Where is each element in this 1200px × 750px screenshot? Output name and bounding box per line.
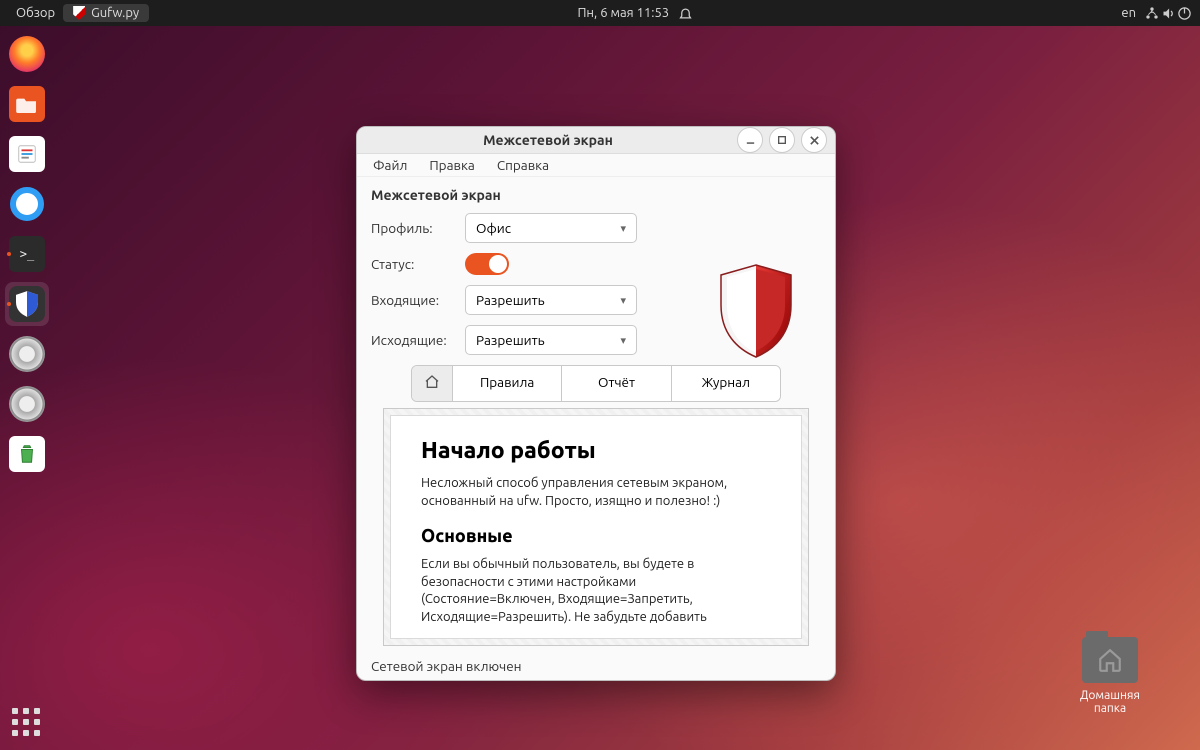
doc-paragraph: Если вы обычный пользователь, вы будете … — [421, 556, 771, 626]
profile-select[interactable]: Офис ▾ — [465, 213, 637, 243]
dock-chromium[interactable] — [5, 182, 49, 226]
dock-disc-2[interactable] — [5, 382, 49, 426]
dock-files[interactable] — [5, 82, 49, 126]
tab-log[interactable]: Журнал — [671, 366, 780, 401]
chevron-down-icon: ▾ — [620, 334, 626, 347]
chevron-down-icon: ▾ — [620, 294, 626, 307]
power-icon[interactable] — [1176, 5, 1192, 21]
top-panel: Обзор Gufw.py Пн, 6 мая 11:53 en — [0, 0, 1200, 26]
home-icon — [1082, 637, 1138, 683]
window-title: Межсетевой экран — [365, 132, 731, 148]
statusbar: Сетевой экран включен — [357, 650, 835, 681]
section-heading: Межсетевой экран — [371, 187, 821, 203]
menu-file[interactable]: Файл — [363, 154, 417, 176]
volume-icon[interactable] — [1160, 5, 1176, 21]
doc-subheading: Основные — [421, 526, 771, 546]
menu-help[interactable]: Справка — [487, 154, 559, 176]
profile-value: Офис — [476, 220, 511, 236]
dock-firefox[interactable] — [5, 32, 49, 76]
home-icon — [424, 376, 440, 393]
tab-report[interactable]: Отчёт — [561, 366, 670, 401]
chevron-down-icon: ▾ — [620, 222, 626, 235]
dock-terminal[interactable]: >_ — [5, 232, 49, 276]
desktop-home-folder[interactable]: Домашняя папка — [1065, 637, 1155, 715]
desktop-icon-label: Домашняя папка — [1065, 689, 1155, 715]
gufw-window: Межсетевой экран Файл Правка Справка Меж… — [356, 126, 836, 681]
dock: >_ — [0, 26, 54, 750]
notification-icon[interactable] — [677, 5, 693, 21]
activities-button[interactable]: Обзор — [8, 6, 63, 20]
tab-rules[interactable]: Правила — [452, 366, 561, 401]
incoming-value: Разрешить — [476, 292, 545, 308]
clock[interactable]: Пн, 6 мая 11:53 — [569, 6, 677, 20]
dock-disc-1[interactable] — [5, 332, 49, 376]
outgoing-select[interactable]: Разрешить ▾ — [465, 325, 637, 355]
menu-edit[interactable]: Правка — [419, 154, 484, 176]
status-toggle[interactable] — [465, 253, 509, 275]
outgoing-label: Исходящие: — [371, 332, 465, 348]
dock-gufw[interactable] — [5, 282, 49, 326]
close-button[interactable] — [801, 127, 827, 153]
content-scroll[interactable]: Начало работы Несложный способ управлени… — [390, 415, 802, 639]
incoming-label: Входящие: — [371, 292, 465, 308]
tab-home[interactable] — [412, 366, 452, 401]
outgoing-value: Разрешить — [476, 332, 545, 348]
doc-paragraph: Несложный способ управления сетевым экра… — [421, 475, 771, 510]
shield-icon — [717, 263, 795, 359]
taskbar-app-label: Gufw.py — [91, 6, 139, 20]
window-titlebar[interactable]: Межсетевой экран — [357, 127, 835, 154]
incoming-select[interactable]: Разрешить ▾ — [465, 285, 637, 315]
doc-heading: Начало работы — [421, 438, 771, 463]
menubar: Файл Правка Справка — [357, 154, 835, 177]
dock-trash[interactable] — [5, 432, 49, 476]
taskbar-app-gufw[interactable]: Gufw.py — [63, 4, 149, 22]
keyboard-layout-indicator[interactable]: en — [1113, 6, 1144, 20]
maximize-button[interactable] — [769, 127, 795, 153]
profile-label: Профиль: — [371, 220, 465, 236]
shield-icon — [73, 6, 85, 20]
content-panel: Начало работы Несложный способ управлени… — [383, 408, 809, 646]
status-label: Статус: — [371, 256, 465, 272]
tab-bar: Правила Отчёт Журнал — [411, 365, 781, 402]
minimize-button[interactable] — [737, 127, 763, 153]
dock-text-editor[interactable] — [5, 132, 49, 176]
network-icon[interactable] — [1144, 5, 1160, 21]
